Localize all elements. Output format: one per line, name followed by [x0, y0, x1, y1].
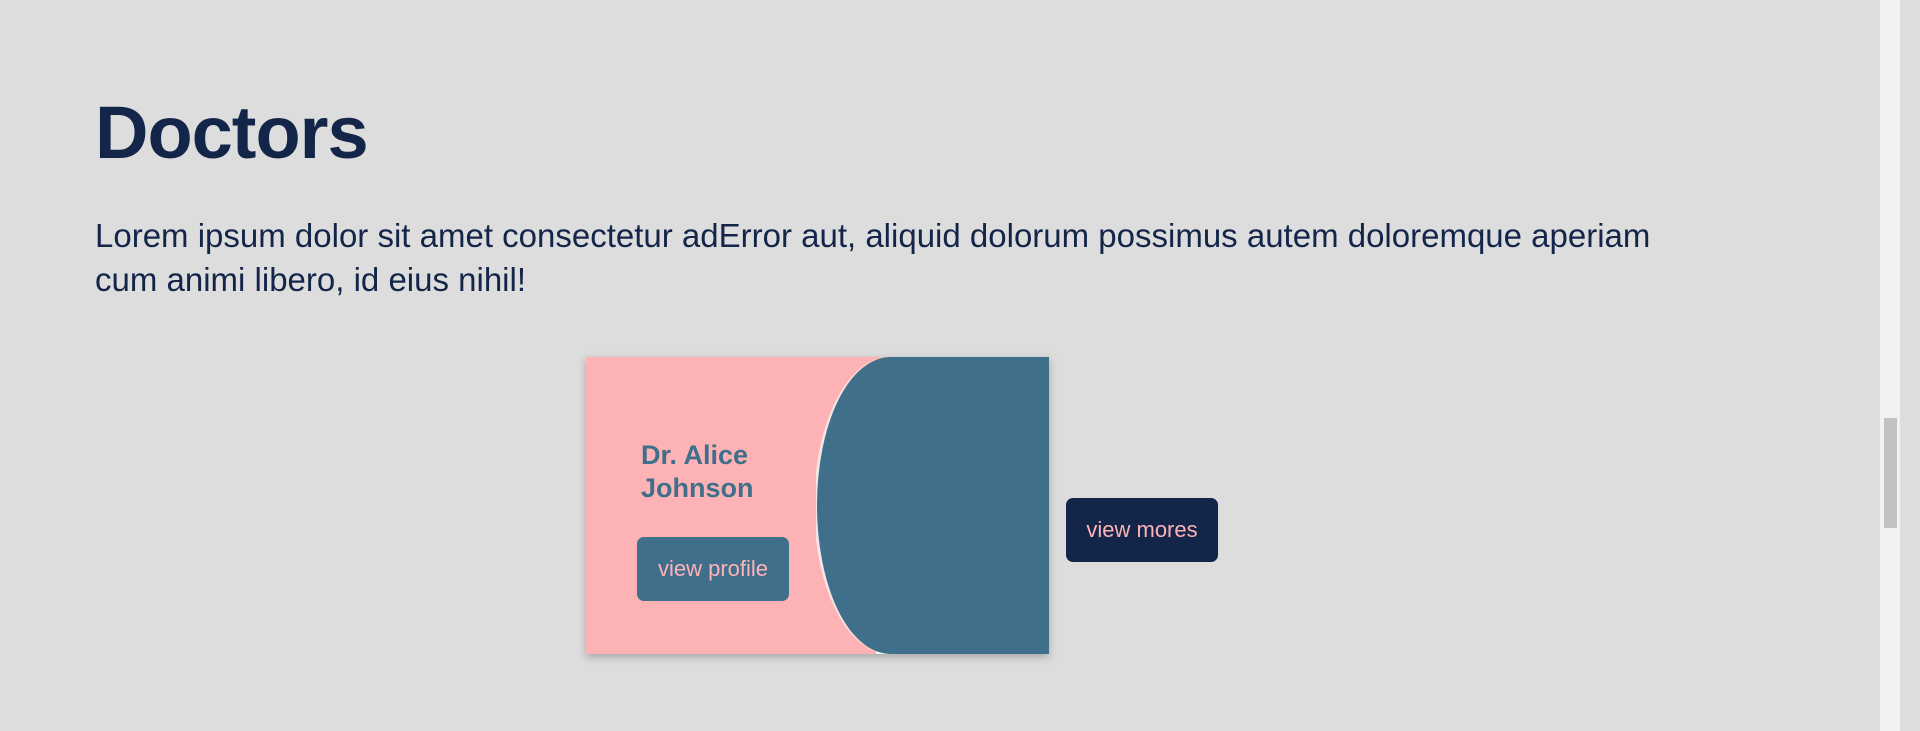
doctor-name: Dr. Alice Johnson [641, 440, 754, 503]
page-scrollbar[interactable] [1880, 0, 1900, 731]
scrollbar-thumb[interactable] [1884, 418, 1897, 528]
doctor-photo [816, 357, 1049, 654]
view-profile-button[interactable]: view profile [637, 537, 789, 601]
view-more-button[interactable]: view mores [1066, 498, 1218, 562]
page-title: Doctors [95, 91, 369, 174]
doctor-card: Dr. Alice Johnson view profile [586, 357, 1049, 654]
doctors-page: Doctors Lorem ipsum dolor sit amet conse… [0, 0, 1900, 731]
intro-text: Lorem ipsum dolor sit amet consectetur a… [95, 217, 1651, 298]
